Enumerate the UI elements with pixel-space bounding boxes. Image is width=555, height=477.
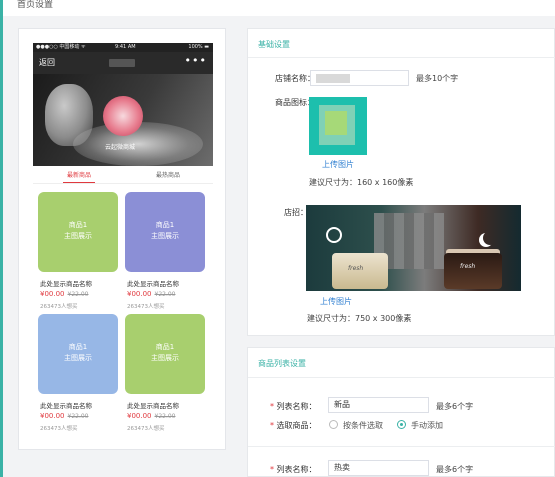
page: 首页设置 ●●●○○ 中国移动 ᯤ 9:41 AM 100% ▬ 返回 ••• …: [0, 0, 555, 477]
product-sold-count: 263473人想买: [40, 426, 78, 432]
store-name-input[interactable]: [310, 70, 409, 86]
product-name: 此处显示商品名称: [127, 280, 179, 288]
section-divider: [248, 57, 555, 58]
section-divider: [248, 446, 555, 447]
product-name: 此处显示商品名称: [40, 402, 92, 410]
price-original: ¥22.00: [67, 291, 89, 298]
store-icon-image: [309, 97, 367, 155]
placeholder-line2: 主图展示: [64, 232, 92, 240]
price-original: ¥22.00: [154, 291, 176, 298]
price-original: ¥22.00: [67, 413, 89, 420]
banner-image: 云起微商城: [33, 74, 213, 166]
required-mark: *: [270, 465, 274, 474]
list-name-hint-2: 最多6个字: [436, 465, 474, 474]
product-name: 此处显示商品名称: [127, 402, 179, 410]
product-image-placeholder: 商品1 主图展示: [38, 192, 118, 272]
more-icon[interactable]: •••: [185, 54, 207, 67]
required-mark: *: [270, 402, 274, 411]
list-name-label-text: 列表名称：: [276, 402, 317, 411]
product-jar-dark: [444, 253, 502, 289]
time-text: 9:41 AM: [115, 44, 136, 50]
product-sold-count: 263473人想买: [127, 426, 165, 432]
required-mark: *: [270, 421, 274, 430]
select-goods-label: * 选取商品：: [270, 420, 317, 431]
icon-size-hint: 建议尺寸为：160 x 160像素: [309, 178, 414, 187]
product-image-placeholder: 商品1 主图展示: [38, 314, 118, 394]
price-original: ¥22.00: [154, 413, 176, 420]
placeholder-line2: 主图展示: [64, 354, 92, 362]
basic-settings-title: 基础设置: [258, 40, 290, 49]
product-sold-count: 263473人想买: [40, 304, 78, 310]
store-name-label: 店铺名称：: [275, 74, 315, 83]
back-button[interactable]: 返回: [39, 57, 55, 68]
moon-icon: [483, 231, 497, 245]
list-name-input-2[interactable]: 热卖: [328, 460, 429, 476]
phone-status-bar: ●●●○○ 中国移动 ᯤ 9:41 AM 100% ▬: [33, 43, 213, 52]
radio-manual-add-label[interactable]: 手动添加: [411, 420, 443, 431]
product-price: ¥00.00 ¥22.00: [127, 412, 176, 420]
placeholder-line1: 商品1: [68, 343, 88, 351]
tab-newest[interactable]: 最新商品: [67, 170, 91, 179]
battery-text: 100% ▬: [188, 44, 209, 50]
radio-by-condition[interactable]: [329, 420, 338, 429]
upload-sign-link[interactable]: 上传图片: [320, 296, 352, 307]
placeholder-line2: 主图展示: [151, 354, 179, 362]
radio-by-condition-label[interactable]: 按条件选取: [343, 420, 383, 431]
banner-flower: [103, 96, 143, 136]
active-tab-indicator: [63, 182, 95, 183]
placeholder-line1: 商品1: [155, 221, 175, 229]
list-name-label-2: * 列表名称：: [270, 464, 317, 475]
sun-icon: [326, 227, 342, 243]
page-title: 首页设置: [17, 0, 54, 10]
product-image-placeholder: 商品1 主图展示: [125, 192, 205, 272]
product-name: 此处显示商品名称: [40, 280, 92, 288]
product-price: ¥00.00 ¥22.00: [40, 412, 89, 420]
store-sign-image: fresh fresh: [306, 205, 521, 291]
placeholder-line1: 商品1: [155, 343, 175, 351]
product-price: ¥00.00 ¥22.00: [127, 290, 176, 298]
price-current: ¥00.00: [127, 290, 152, 298]
select-goods-label-text: 选取商品：: [276, 421, 317, 430]
price-current: ¥00.00: [40, 290, 65, 298]
page-header: 首页设置: [3, 0, 555, 16]
list-settings-title: 商品列表设置: [258, 359, 306, 368]
product-image-placeholder: 商品1 主图展示: [125, 314, 205, 394]
list-name-label: * 列表名称：: [270, 401, 317, 412]
phone-preview-panel: ●●●○○ 中国移动 ᯤ 9:41 AM 100% ▬ 返回 ••• 云起微商城…: [18, 28, 226, 450]
product-tabs: 最新商品 最热商品: [33, 166, 213, 184]
placeholder-line2: 主图展示: [151, 232, 179, 240]
list-name-input[interactable]: 新品: [328, 397, 429, 413]
banner-label: 云起微商城: [105, 144, 136, 151]
placeholder-line1: 商品1: [68, 221, 88, 229]
left-accent-bar: [0, 0, 3, 477]
product-price: ¥00.00 ¥22.00: [40, 290, 89, 298]
icon-blur-block: [325, 111, 347, 135]
section-divider: [248, 377, 555, 378]
jar-brand-label: fresh: [460, 263, 476, 270]
sign-label: 店招：: [284, 208, 308, 217]
list-name-value: 新品: [334, 400, 350, 409]
phone-nav-bar: 返回 •••: [33, 52, 213, 74]
jar-brand-label: fresh: [348, 265, 364, 272]
list-name-label-2-text: 列表名称：: [276, 465, 317, 474]
sign-size-hint: 建议尺寸为：750 x 300像素: [307, 314, 412, 323]
upload-icon-link[interactable]: 上传图片: [322, 159, 354, 170]
list-name-value-2: 热卖: [334, 463, 350, 472]
blurred-store-title: [109, 59, 135, 67]
price-current: ¥00.00: [127, 412, 152, 420]
carrier-text: ●●●○○ 中国移动 ᯤ: [36, 44, 86, 50]
list-name-hint: 最多6个字: [436, 402, 474, 411]
product-sold-count: 263473人想买: [127, 304, 165, 310]
blurred-store-name: [316, 74, 350, 83]
store-name-hint: 最多10个字: [416, 74, 459, 83]
tab-hottest[interactable]: 最热商品: [156, 170, 180, 179]
radio-manual-add[interactable]: [397, 420, 406, 429]
price-current: ¥00.00: [40, 412, 65, 420]
